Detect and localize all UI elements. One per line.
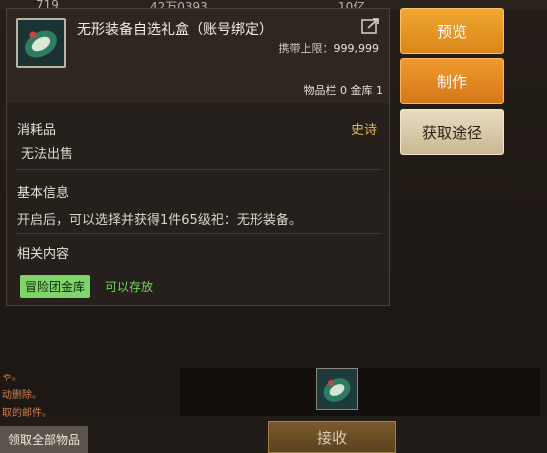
item-type: 消耗品 <box>17 123 57 138</box>
carry-limit: 携带上限：999,999 <box>279 40 380 56</box>
attachment-strip <box>180 368 540 416</box>
item-title: 无形装备自选礼盒（账号绑定） <box>77 22 273 38</box>
attachment-item-slot[interactable] <box>316 368 358 410</box>
item-rarity: 史诗 <box>350 123 377 138</box>
trade-restriction: 无法出售 <box>21 147 74 162</box>
adventure-team-vault-tag: 冒险团金库 <box>20 275 91 298</box>
carry-limit-value: 999,999 <box>333 42 380 55</box>
divider <box>15 169 381 170</box>
item-description: 开启后，可以选择并获得1件65级祀：无形装备。 <box>17 213 302 228</box>
basic-info-label: 基本信息 <box>17 186 70 201</box>
related-content-label: 相关内容 <box>17 247 70 262</box>
item-icon <box>16 18 66 68</box>
mail-note-2: 动删除。 <box>2 390 42 401</box>
gift-box-icon <box>317 369 357 409</box>
craft-button[interactable]: 制作 <box>400 58 504 104</box>
mail-note-3: 取的邮件。 <box>2 408 52 419</box>
preview-button[interactable]: 预览 <box>400 8 504 54</box>
storable-text: 可以存放 <box>105 280 154 294</box>
receive-button[interactable]: 接收 <box>268 421 396 453</box>
divider <box>15 233 381 234</box>
stock-count: 物品栏 0 金库 1 <box>303 84 384 97</box>
acquire-source-button[interactable]: 获取途径 <box>400 109 504 155</box>
carry-limit-label: 携带上限： <box>278 42 334 55</box>
gift-box-icon <box>18 20 64 66</box>
claim-all-button[interactable]: 领取全部物品 <box>0 426 88 453</box>
item-tooltip: 无形装备自选礼盒（账号绑定） 携带上限：999,999 物品栏 0 金库 1 消… <box>6 8 390 306</box>
share-icon[interactable] <box>361 17 381 35</box>
mail-note-1: ゃ。 <box>2 372 22 383</box>
